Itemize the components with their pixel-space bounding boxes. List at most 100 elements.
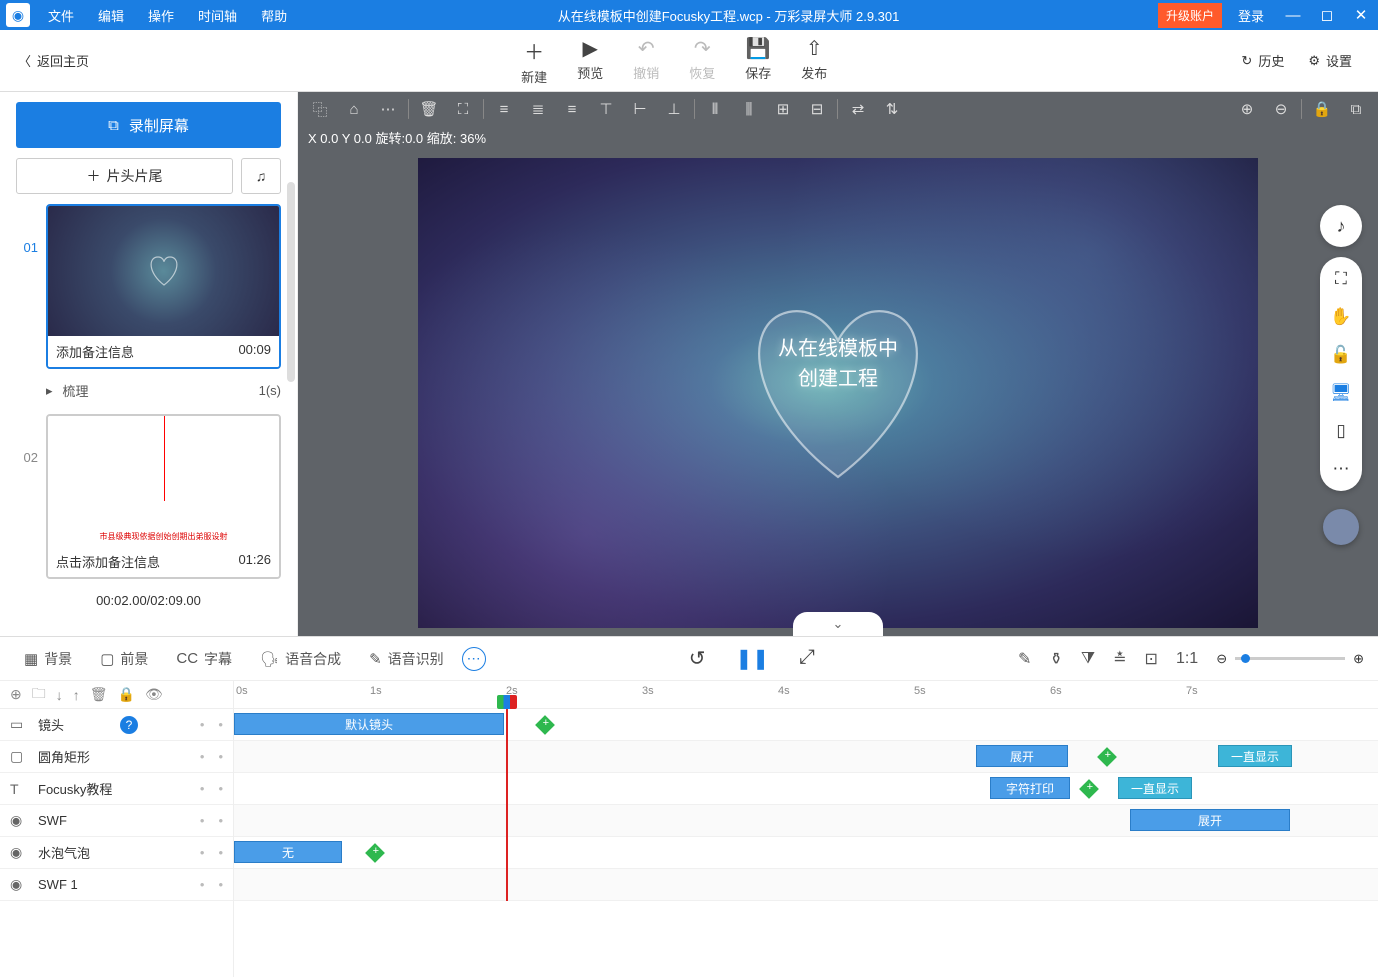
keyframe-add[interactable] [1097,747,1117,767]
funnel-icon[interactable]: ⧩ [1081,650,1095,668]
timeline-more-button[interactable]: ⋯ [462,647,486,671]
keyframe-add[interactable] [1079,779,1099,799]
canvas-viewport[interactable]: 从在线模板中 创建工程 ⌄ ♪ ⛶ ✋ 🔓 🖥 ▯ ⋯ [298,149,1378,636]
scene-item[interactable]: 02 市县级典现依据创始创期出弟服设射 点击添加备注信息01:26 [16,414,281,579]
new-button[interactable]: ＋新建 [521,36,547,86]
desktop-icon[interactable]: 🖥 [1330,383,1352,403]
close-icon[interactable]: ✕ [1344,6,1378,24]
music-button[interactable]: ♫ [241,158,281,194]
menu-edit[interactable]: 编辑 [86,6,136,25]
history-button[interactable]: ↻历史 [1241,51,1284,70]
clip-typing[interactable]: 字符打印 [990,777,1070,799]
heart-text[interactable]: 从在线模板中 创建工程 [778,334,898,394]
scene-thumbnail[interactable] [48,206,279,336]
track-row[interactable]: 展开 [234,805,1378,837]
zoom-slider[interactable]: ⊖ ⊕ [1216,651,1364,667]
keyframe-add[interactable] [365,843,385,863]
save-button[interactable]: 💾保存 [745,36,771,86]
menu-action[interactable]: 操作 [136,6,186,25]
track-roundrect[interactable]: ▢圆角矩形•• [0,741,233,773]
crop-icon[interactable]: ⿻ [306,96,334,122]
track-row[interactable]: 展开 一直显示 [234,741,1378,773]
playhead[interactable] [506,709,508,901]
copy-icon[interactable]: ⧉ [1342,96,1370,122]
rewind-button[interactable]: ↺ [689,646,706,671]
tab-tts[interactable]: 🗣语音合成 [250,649,351,669]
back-home-button[interactable]: 〈 返回主页 [0,51,107,70]
add-track-icon[interactable]: ⊕ [10,686,22,703]
scene-item[interactable]: 01 添加备注信息00:09 [16,204,281,369]
align-bottom-icon[interactable]: ⊥ [660,96,688,122]
help-icon[interactable]: ? [120,716,138,734]
distribute-v-icon[interactable]: ⫼ [735,96,763,122]
user-avatar[interactable] [1323,509,1359,545]
timeline-ruler[interactable]: 0s 1s 2s 3s 4s 5s 6s 7s [234,681,1378,709]
sliders-icon[interactable]: ≛ [1113,649,1126,669]
move-down-icon[interactable]: ↓ [56,687,63,703]
flip-v-icon[interactable]: ⇅ [878,96,906,122]
sidebar-scrollbar[interactable] [287,182,295,382]
tab-subtitle[interactable]: CC字幕 [166,649,242,669]
login-button[interactable]: 登录 [1226,6,1276,25]
align-top-icon[interactable]: ⊤ [592,96,620,122]
minimize-icon[interactable]: — [1276,7,1310,24]
record-screen-button[interactable]: ⧉ 录制屏幕 [16,102,281,148]
transition-row[interactable]: ▸ 梳理 1(s) [16,377,281,406]
clip-expand[interactable]: 展开 [1130,809,1290,831]
distribute-h-icon[interactable]: ⫴ [701,96,729,122]
clip-none[interactable]: 无 [234,841,342,863]
zoom-in-icon[interactable]: ⊕ [1233,96,1261,122]
move-up-icon[interactable]: ↑ [73,687,80,703]
expand-button[interactable]: ⤢ [799,646,815,671]
track-swf[interactable]: ◉SWF•• [0,805,233,837]
dock-music-button[interactable]: ♪ [1320,205,1362,247]
more-dots-icon[interactable]: ⋯ [1333,459,1350,479]
align-center-icon[interactable]: ≣ [524,96,552,122]
tab-asr[interactable]: ✎语音识别 [359,649,454,669]
group-icon[interactable]: ⊞ [769,96,797,122]
track-row[interactable]: 默认镜头 [234,709,1378,741]
scene-thumbnail[interactable]: 市县级典现依据创始创期出弟服设射 [48,416,279,546]
timeline-tracks[interactable]: 0s 1s 2s 3s 4s 5s 6s 7s 默认镜头 展开 一直显示 [234,681,1378,977]
redo-button[interactable]: ↷恢复 [689,36,715,86]
align-right-icon[interactable]: ≡ [558,96,586,122]
hand-icon[interactable]: ✋ [1330,307,1351,327]
canvas-frame[interactable]: 从在线模板中 创建工程 [418,158,1258,628]
track-text[interactable]: TFocusky教程•• [0,773,233,805]
filter-icon[interactable]: ⚱ [1049,649,1062,669]
clip-expand[interactable]: 展开 [976,745,1068,767]
zoom-out-icon[interactable]: ⊖ [1267,96,1295,122]
align-left-icon[interactable]: ≡ [490,96,518,122]
pause-button[interactable]: ❚❚ [735,646,769,671]
align-middle-icon[interactable]: ⊢ [626,96,654,122]
delete-track-icon[interactable]: 🗑 [90,686,108,703]
maximize-icon[interactable]: ◻ [1310,6,1344,24]
edit-icon[interactable]: ✎ [1018,649,1031,669]
lock-icon[interactable]: 🔒 [1308,96,1336,122]
track-bubble[interactable]: ◉水泡气泡•• [0,837,233,869]
focus-icon[interactable]: ⛶ [449,96,477,122]
tab-background[interactable]: ▦背景 [14,649,82,669]
menu-file[interactable]: 文件 [36,6,86,25]
unlock-icon[interactable]: 🔓 [1330,345,1351,365]
publish-button[interactable]: ⇧发布 [801,36,827,86]
upgrade-button[interactable]: 升级账户 [1158,3,1222,28]
canvas-drawer-toggle[interactable]: ⌄ [793,612,883,636]
eye-icon[interactable]: 👁 [145,686,163,703]
clip-default-lens[interactable]: 默认镜头 [234,713,504,735]
intro-outro-button[interactable]: ＋片头片尾 [16,158,233,194]
menu-timeline[interactable]: 时间轴 [186,6,249,25]
flip-h-icon[interactable]: ⇄ [844,96,872,122]
tab-foreground[interactable]: ▢前景 [90,649,158,669]
track-lens[interactable]: ▭镜头?•• [0,709,233,741]
delete-icon[interactable]: 🗑 [415,96,443,122]
zoom-out-small-icon[interactable]: ⊖ [1216,651,1227,667]
menu-help[interactable]: 帮助 [249,6,299,25]
more-icon[interactable]: ⋯ [374,96,402,122]
track-row[interactable]: 字符打印 一直显示 [234,773,1378,805]
track-swf1[interactable]: ◉SWF 1•• [0,869,233,901]
undo-button[interactable]: ↶撤销 [633,36,659,86]
home-icon[interactable]: ⌂ [340,96,368,122]
keyframe-add[interactable] [535,715,555,735]
clip-always-show[interactable]: 一直显示 [1218,745,1292,767]
